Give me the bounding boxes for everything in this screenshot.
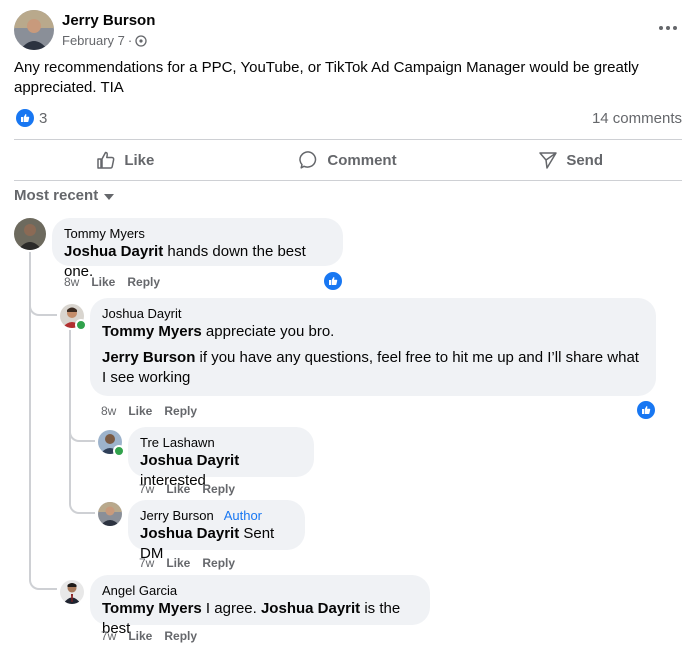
thread-connector xyxy=(69,426,95,442)
comments-count[interactable]: 14 comments xyxy=(592,110,682,127)
like-reaction-icon[interactable] xyxy=(322,270,344,292)
comment-like-button[interactable]: Like xyxy=(166,556,190,570)
comment-bubble-icon xyxy=(299,150,319,170)
like-button-label: Like xyxy=(124,151,155,169)
comment-button[interactable]: Comment xyxy=(237,141,460,179)
mention-link[interactable]: Joshua Dayrit xyxy=(261,600,360,617)
thumbs-up-icon xyxy=(96,150,116,170)
commenter-name[interactable]: Jerry Burson xyxy=(140,508,214,524)
comment-like-button[interactable]: Like xyxy=(166,482,190,496)
post-header: Jerry Burson February 7 · xyxy=(14,10,680,52)
more-options-button[interactable] xyxy=(656,16,680,40)
action-bar: Like Comment Send xyxy=(14,141,682,179)
comment-sort-dropdown[interactable]: Most recent xyxy=(14,187,115,204)
post-text: Any recommendations for a PPC, YouTube, … xyxy=(14,59,639,96)
like-reaction-icon[interactable] xyxy=(16,109,34,127)
comment-meta: 7w Like Reply xyxy=(139,482,235,496)
commenter-name[interactable]: Angel Garcia xyxy=(102,583,418,599)
globe-icon[interactable] xyxy=(135,34,147,47)
reactions-summary: 3 14 comments xyxy=(14,107,682,129)
thread-connector xyxy=(69,496,95,514)
send-button-label: Send xyxy=(566,151,604,169)
mention-link[interactable]: Tommy Myers xyxy=(102,600,202,617)
comment-like-button[interactable]: Like xyxy=(128,404,152,418)
comment-meta: 7w Like Reply xyxy=(101,629,197,643)
comment-time[interactable]: 8w xyxy=(64,275,79,289)
mention-link[interactable]: Joshua Dayrit xyxy=(140,525,239,542)
comment-like-button[interactable]: Like xyxy=(128,629,152,643)
divider xyxy=(14,139,682,140)
divider xyxy=(14,180,682,181)
commenter-name[interactable]: Joshua Dayrit xyxy=(102,306,644,322)
comment-time[interactable]: 7w xyxy=(139,482,154,496)
comment-bubble: Jerry Burson Author Joshua Dayrit Sent D… xyxy=(128,500,305,562)
comment-button-label: Comment xyxy=(327,151,397,169)
commenter-avatar[interactable] xyxy=(14,218,46,250)
author-name[interactable]: Jerry Burson xyxy=(62,12,155,29)
comment-text-body: I agree. xyxy=(201,600,261,617)
dot-icon xyxy=(673,26,677,30)
comment-meta: 8w Like Reply xyxy=(64,275,160,289)
like-button[interactable]: Like xyxy=(14,141,237,179)
like-reaction-icon[interactable] xyxy=(635,399,657,421)
comment-meta: 8w Like Reply xyxy=(101,404,197,418)
comment-text: Tommy Myers appreciate you bro. xyxy=(102,322,644,342)
comment-like-button[interactable]: Like xyxy=(91,275,115,289)
author-avatar[interactable] xyxy=(14,10,54,50)
sort-label: Most recent xyxy=(14,187,99,204)
dot-icon xyxy=(666,26,670,30)
commenter-name-row: Jerry Burson Author xyxy=(140,508,293,524)
online-status-icon xyxy=(75,319,87,331)
thread-connector xyxy=(29,300,57,316)
commenter-name[interactable]: Tommy Myers xyxy=(64,226,331,242)
mention-link[interactable]: Joshua Dayrit xyxy=(64,243,163,260)
mention-link[interactable]: Jerry Burson xyxy=(102,349,195,366)
comment-time[interactable]: 7w xyxy=(101,629,116,643)
comment-reply-button[interactable]: Reply xyxy=(164,404,197,418)
comment-time[interactable]: 8w xyxy=(101,404,116,418)
commenter-avatar[interactable] xyxy=(98,502,122,526)
commenter-avatar[interactable] xyxy=(60,580,84,604)
meta-separator: · xyxy=(127,33,133,48)
send-icon xyxy=(538,150,558,170)
commenter-name[interactable]: Tre Lashawn xyxy=(140,435,302,451)
comment-text-body: appreciate you bro. xyxy=(201,323,335,340)
online-status-icon xyxy=(113,445,125,457)
dot-icon xyxy=(659,26,663,30)
post-meta: February 7 · xyxy=(62,33,147,48)
comment-time[interactable]: 7w xyxy=(139,556,154,570)
send-button[interactable]: Send xyxy=(459,141,682,179)
comment-text: Jerry Burson if you have any questions, … xyxy=(102,348,644,388)
mention-link[interactable]: Joshua Dayrit xyxy=(140,452,239,469)
comment-bubble: Angel Garcia Tommy Myers I agree. Joshua… xyxy=(90,575,430,637)
comment-bubble: Tre Lashawn Joshua Dayrit interested xyxy=(128,427,314,489)
thread-line xyxy=(69,330,71,498)
comment-reply-button[interactable]: Reply xyxy=(202,482,235,496)
comment-bubble: Tommy Myers Joshua Dayrit hands down the… xyxy=(52,218,343,280)
post-date[interactable]: February 7 xyxy=(62,33,125,48)
mention-link[interactable]: Tommy Myers xyxy=(102,323,202,340)
comment-reply-button[interactable]: Reply xyxy=(164,629,197,643)
author-badge: Author xyxy=(223,508,263,523)
comment-meta: 7w Like Reply xyxy=(139,556,235,570)
comment-bubble: Joshua Dayrit Tommy Myers appreciate you… xyxy=(90,298,656,396)
thread-connector xyxy=(29,570,57,590)
comment-reply-button[interactable]: Reply xyxy=(202,556,235,570)
like-count[interactable]: 3 xyxy=(39,110,47,127)
caret-down-icon xyxy=(104,193,115,200)
comment-reply-button[interactable]: Reply xyxy=(127,275,160,289)
